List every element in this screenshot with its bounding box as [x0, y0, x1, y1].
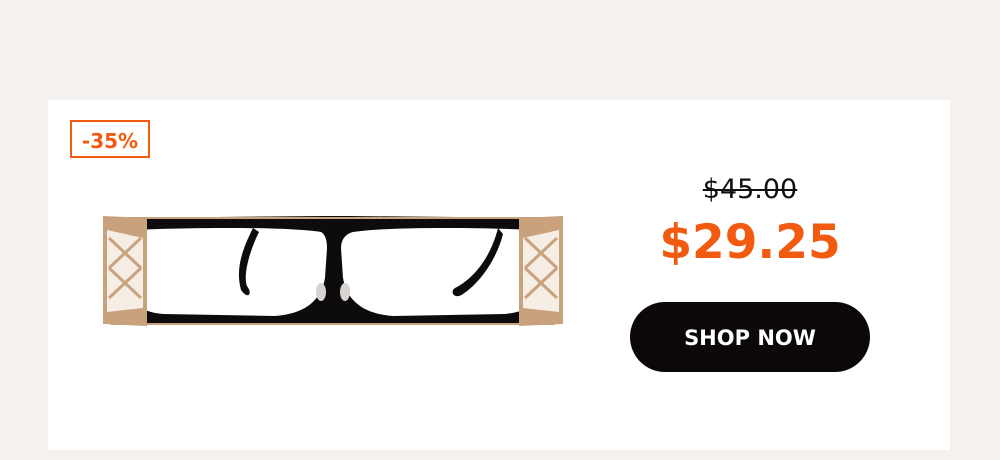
frame-front: [111, 216, 555, 324]
original-price: $45.00: [702, 174, 798, 205]
sale-price: $29.25: [659, 215, 841, 270]
eyeglasses-icon[interactable]: [103, 208, 563, 338]
price-block: $45.00 $29.25: [630, 170, 870, 274]
shop-now-button[interactable]: SHOP NOW: [630, 302, 870, 372]
left-temple: [238, 228, 259, 296]
discount-badge: -35%: [70, 120, 150, 158]
promo-card: -35% $45.00 $29.25 SHOP NOW: [48, 100, 950, 450]
right-temple: [452, 228, 503, 297]
right-nose-pad: [340, 283, 350, 301]
left-nose-pad: [316, 283, 326, 301]
